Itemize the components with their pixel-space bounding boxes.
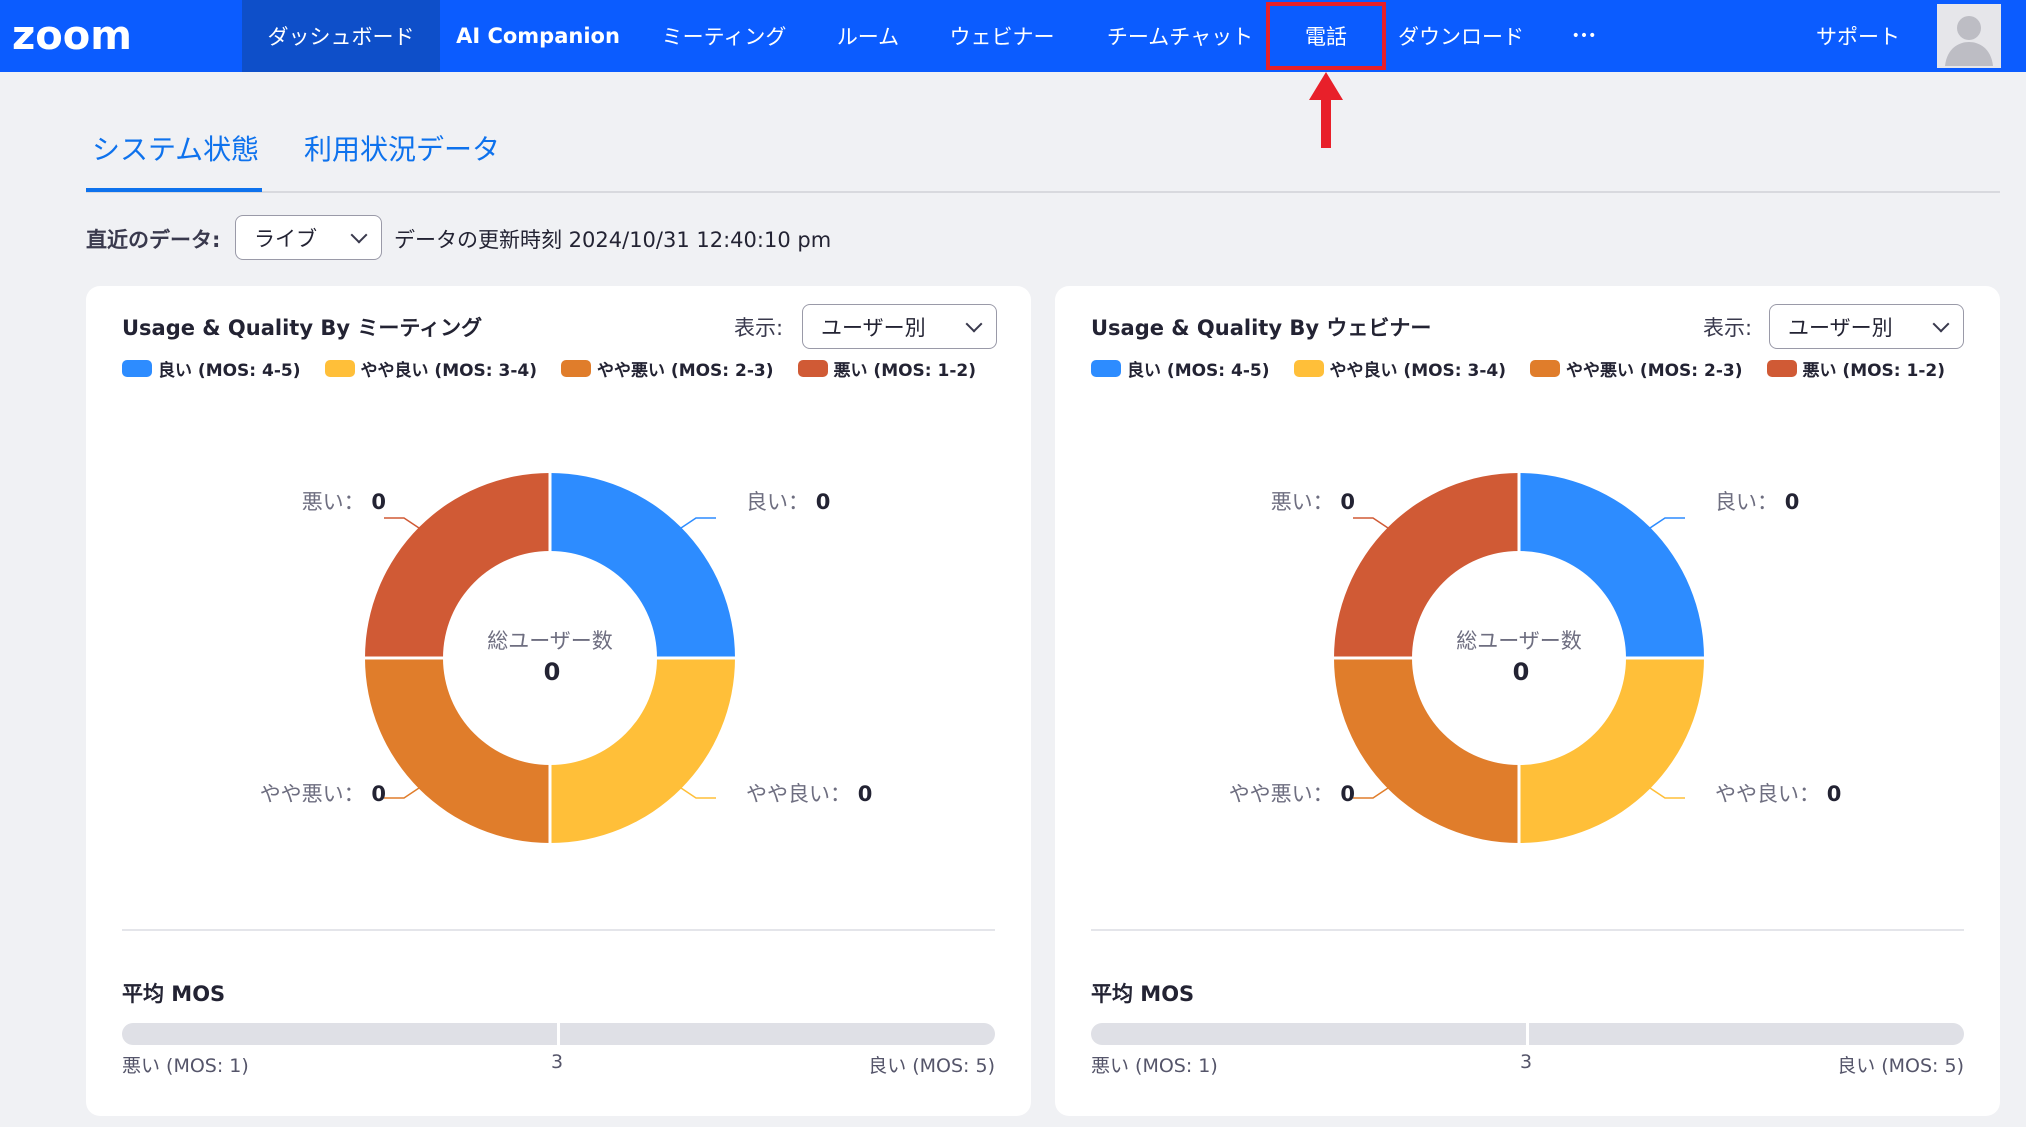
avg-mos-bar bbox=[122, 1019, 995, 1049]
legend-label: やや良い (MOS: 3-4) bbox=[1329, 361, 1507, 381]
card-title: Usage & Quality By ウェビナー bbox=[1091, 316, 1432, 340]
legend-swatch bbox=[1091, 360, 1121, 377]
recent-data-label: 直近のデータ: bbox=[86, 228, 221, 252]
mos-mid-label: 3 bbox=[1520, 1051, 1533, 1073]
slice-label-poor: やや悪い： 0 bbox=[259, 782, 386, 806]
mos-min-label: 悪い (MOS: 1) bbox=[122, 1055, 249, 1077]
legend-label: やや良い (MOS: 3-4) bbox=[360, 361, 538, 381]
tab-usage-data[interactable]: 利用状況データ bbox=[304, 128, 500, 168]
section-divider bbox=[1091, 929, 1964, 931]
slice-label-fair: やや良い： 0 bbox=[1715, 782, 1842, 806]
nav-downloads[interactable]: ダウンロード bbox=[1386, 0, 1536, 72]
tab-system-status[interactable]: システム状態 bbox=[92, 128, 259, 168]
legend-swatch bbox=[324, 360, 355, 377]
donut-chart: 総ユーザー数 0 bbox=[364, 472, 736, 844]
avg-mos-title: 平均 MOS bbox=[1091, 982, 1195, 1006]
mos-midpoint-tick bbox=[557, 1019, 560, 1049]
chevron-down-icon bbox=[350, 226, 368, 243]
mos-max-label: 良い (MOS: 5) bbox=[868, 1055, 995, 1077]
slice-label-good: 良い： 0 bbox=[746, 490, 831, 514]
legend: 良い (MOS: 4-5) やや良い (MOS: 3-4) やや悪い (MOS:… bbox=[122, 356, 1000, 381]
display-label: 表示: bbox=[734, 316, 784, 340]
donut-slice-poor[interactable] bbox=[1334, 658, 1519, 843]
center-value: 0 bbox=[544, 658, 561, 686]
chevron-down-icon bbox=[1932, 315, 1950, 332]
slice-label-bad: 悪い： 0 bbox=[1270, 490, 1355, 514]
top-nav: zoom ダッシュボード AI Companion ミーティング ルーム ウェビ… bbox=[0, 0, 2026, 72]
legend-swatch bbox=[1293, 360, 1324, 377]
legend-label: 良い (MOS: 4-5) bbox=[158, 361, 301, 381]
nav-dashboard[interactable]: ダッシュボード bbox=[242, 0, 440, 72]
card-meetings: Usage & Quality By ミーティング 表示: ユーザー別 良い (… bbox=[86, 286, 1031, 1116]
nav-rooms[interactable]: ルーム bbox=[812, 0, 924, 72]
legend-poor[interactable]: やや悪い (MOS: 2-3) bbox=[561, 356, 774, 381]
highlight-box bbox=[1266, 2, 1386, 70]
legend-swatch bbox=[797, 360, 828, 377]
display-value: ユーザー別 bbox=[821, 315, 926, 340]
nav-ai-companion[interactable]: AI Companion bbox=[440, 0, 636, 72]
chevron-down-icon bbox=[965, 315, 983, 332]
nav-support[interactable]: サポート bbox=[1802, 0, 1914, 72]
legend-swatch bbox=[1530, 360, 1560, 377]
legend-fair[interactable]: やや良い (MOS: 3-4) bbox=[1293, 356, 1507, 381]
nav-more-icon[interactable]: ••• bbox=[1556, 0, 1612, 72]
mos-max-label: 良い (MOS: 5) bbox=[1837, 1055, 1964, 1077]
legend-swatch bbox=[1766, 360, 1797, 377]
donut-chart: 総ユーザー数 0 bbox=[1333, 472, 1705, 844]
legend: 良い (MOS: 4-5) やや良い (MOS: 3-4) やや悪い (MOS:… bbox=[1091, 356, 1969, 381]
donut-slice-fair[interactable] bbox=[1519, 658, 1704, 843]
legend-bad[interactable]: 悪い (MOS: 1-2) bbox=[1766, 356, 1946, 381]
legend-label: 悪い (MOS: 1-2) bbox=[1802, 361, 1946, 381]
legend-label: 良い (MOS: 4-5) bbox=[1127, 361, 1270, 381]
slice-label-poor: やや悪い： 0 bbox=[1228, 782, 1355, 806]
legend-bad[interactable]: 悪い (MOS: 1-2) bbox=[797, 356, 977, 381]
nav-webinars[interactable]: ウェビナー bbox=[924, 0, 1080, 72]
center-label: 総ユーザー数 bbox=[1456, 629, 1582, 653]
legend-good[interactable]: 良い (MOS: 4-5) bbox=[1091, 356, 1270, 381]
tabs-divider bbox=[86, 191, 2000, 193]
legend-swatch bbox=[561, 360, 591, 377]
recent-data-value: ライブ bbox=[254, 226, 317, 251]
legend-label: 悪い (MOS: 1-2) bbox=[833, 361, 977, 381]
section-divider bbox=[122, 929, 995, 931]
legend-poor[interactable]: やや悪い (MOS: 2-3) bbox=[1530, 356, 1743, 381]
recent-data-select[interactable]: ライブ bbox=[235, 215, 382, 260]
donut-slice-fair[interactable] bbox=[550, 658, 735, 843]
display-value: ユーザー別 bbox=[1788, 315, 1893, 340]
legend-good[interactable]: 良い (MOS: 4-5) bbox=[122, 356, 301, 381]
update-time: データの更新時刻 2024/10/31 12:40:10 pm bbox=[394, 228, 832, 252]
nav-team-chat[interactable]: チームチャット bbox=[1080, 0, 1280, 72]
avg-mos-bar bbox=[1091, 1019, 1964, 1049]
card-title: Usage & Quality By ミーティング bbox=[122, 316, 483, 340]
display-select[interactable]: ユーザー別 bbox=[802, 304, 997, 349]
center-value: 0 bbox=[1513, 658, 1530, 686]
zoom-logo[interactable]: zoom bbox=[12, 12, 132, 60]
display-select[interactable]: ユーザー別 bbox=[1769, 304, 1964, 349]
donut-slice-poor[interactable] bbox=[365, 658, 550, 843]
legend-fair[interactable]: やや良い (MOS: 3-4) bbox=[324, 356, 538, 381]
card-webinars: Usage & Quality By ウェビナー 表示: ユーザー別 良い (M… bbox=[1055, 286, 2000, 1116]
legend-label: やや悪い (MOS: 2-3) bbox=[1566, 361, 1743, 381]
legend-label: やや悪い (MOS: 2-3) bbox=[597, 361, 774, 381]
slice-label-good: 良い： 0 bbox=[1715, 490, 1800, 514]
display-label: 表示: bbox=[1703, 316, 1753, 340]
mos-min-label: 悪い (MOS: 1) bbox=[1091, 1055, 1218, 1077]
slice-label-fair: やや良い： 0 bbox=[746, 782, 873, 806]
nav-meetings[interactable]: ミーティング bbox=[636, 0, 812, 72]
avg-mos-title: 平均 MOS bbox=[122, 982, 226, 1006]
red-arrow-icon bbox=[1309, 72, 1343, 148]
center-label: 総ユーザー数 bbox=[487, 629, 613, 653]
slice-label-bad: 悪い： 0 bbox=[301, 490, 386, 514]
active-tab-indicator bbox=[86, 188, 262, 192]
user-avatar-icon[interactable] bbox=[1937, 4, 2001, 68]
legend-swatch bbox=[122, 360, 152, 377]
mos-midpoint-tick bbox=[1526, 1019, 1529, 1049]
mos-mid-label: 3 bbox=[551, 1051, 564, 1073]
